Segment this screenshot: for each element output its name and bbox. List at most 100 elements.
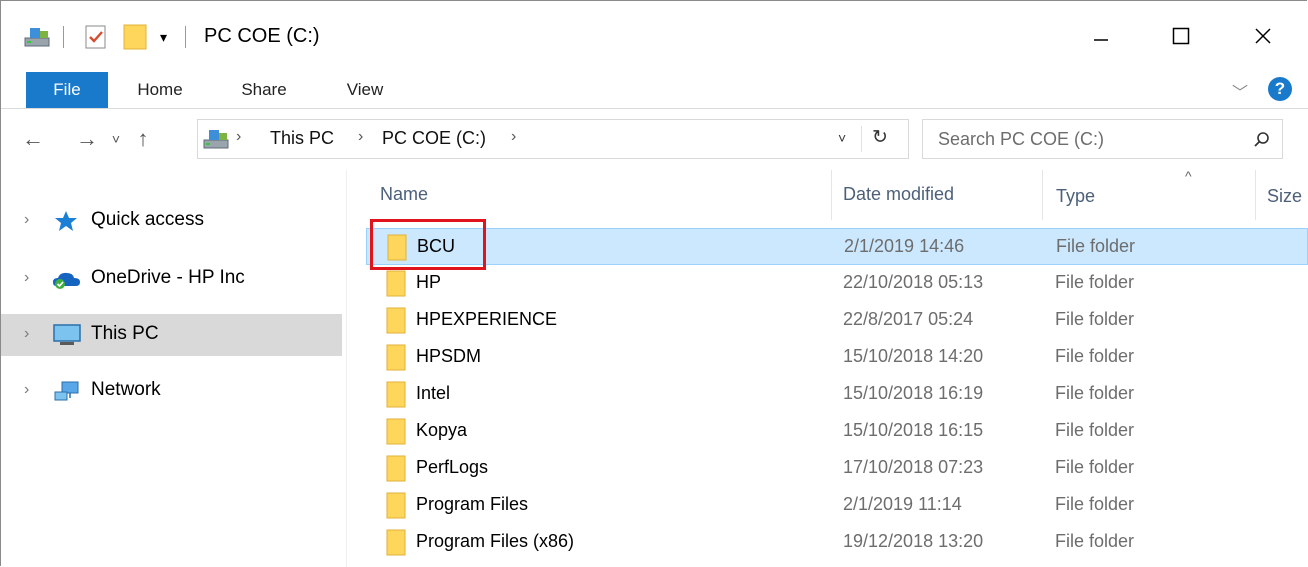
file-type: File folder [1055, 383, 1135, 403]
table-row[interactable]: PerfLogs 17/10/2018 07:23 File folder [366, 450, 1308, 487]
expand-chevron-icon[interactable]: › [24, 269, 29, 287]
file-name: HP [416, 272, 442, 292]
table-row[interactable]: HPEXPERIENCE 22/8/2017 05:24 File folder [366, 302, 1308, 339]
up-button[interactable]: ↑ [126, 124, 160, 154]
file-name: Program Files [416, 494, 529, 514]
file-type: File folder [1055, 346, 1135, 366]
file-name: HPSDM [416, 346, 482, 366]
column-divider[interactable] [831, 170, 832, 220]
separator [185, 22, 186, 52]
folder-icon [386, 381, 406, 408]
folder-icon [386, 270, 406, 297]
file-name: HPEXPERIENCE [416, 309, 558, 329]
file-date-modified: 17/10/2018 07:23 [843, 457, 984, 477]
folder-icon [386, 529, 406, 556]
tab-view[interactable]: View [325, 72, 405, 108]
expand-chevron-icon[interactable]: › [24, 211, 29, 229]
search-placeholder: Search PC COE (C:) [938, 129, 1105, 149]
table-row[interactable]: HP 22/10/2018 05:13 File folder [366, 265, 1308, 302]
properties-icon[interactable] [84, 22, 108, 52]
monitor-icon [53, 324, 81, 345]
table-row[interactable]: Program Files (x86) 19/12/2018 13:20 File … [366, 524, 1308, 561]
folder-icon [386, 307, 406, 334]
recent-locations-button[interactable]: ˅ [106, 124, 126, 154]
maximize-button[interactable] [1158, 18, 1204, 54]
sidebar-item-this-pc[interactable]: › This PC [0, 314, 342, 356]
file-type: File folder [1055, 531, 1135, 551]
table-row[interactable]: HPSDM 15/10/2018 14:20 File folder [366, 339, 1308, 376]
back-button[interactable]: ← [16, 124, 50, 154]
separator [63, 22, 64, 52]
search-icon[interactable] [1253, 131, 1271, 149]
refresh-icon[interactable]: ↻ [872, 126, 888, 149]
tab-share[interactable]: Share [224, 72, 304, 108]
expand-chevron-icon[interactable]: › [24, 381, 29, 399]
sidebar-item-label: This PC [91, 323, 159, 344]
ribbon-tabs: File Home Share View ﹀ ? [0, 72, 1308, 109]
expand-ribbon-icon[interactable]: ﹀ [1232, 79, 1248, 103]
new-folder-icon[interactable] [122, 22, 148, 52]
file-type: File folder [1055, 272, 1135, 292]
folder-icon [386, 418, 406, 445]
breadcrumb-separator[interactable]: › [236, 128, 241, 146]
tab-file[interactable]: File [26, 72, 108, 108]
file-date-modified: 15/10/2018 16:15 [843, 420, 984, 440]
help-icon[interactable]: ? [1268, 77, 1292, 101]
column-header-date[interactable]: Date modified [843, 184, 954, 205]
file-date-modified: 2/1/2019 14:46 [844, 236, 965, 256]
folder-icon [386, 492, 406, 519]
close-button[interactable] [1240, 18, 1286, 54]
file-name: Intel [416, 383, 451, 403]
file-date-modified: 19/12/2018 13:20 [843, 531, 984, 551]
breadcrumb-separator[interactable]: › [511, 128, 516, 146]
column-header-size[interactable]: Size [1267, 186, 1302, 207]
breadcrumb-separator[interactable]: › [358, 128, 363, 146]
file-type: File folder [1055, 420, 1135, 440]
file-type: File folder [1055, 309, 1135, 329]
file-explorer-window: ▾ PC COE (C:) File Home Share View ﹀ ? ←… [0, 0, 1308, 567]
column-header-type[interactable]: Type [1056, 186, 1095, 207]
table-row[interactable]: BCU 2/1/2019 14:46 File folder [366, 228, 1308, 265]
sort-ascending-icon: ^ [1185, 168, 1192, 184]
file-date-modified: 15/10/2018 14:20 [843, 346, 984, 366]
expand-chevron-icon[interactable]: › [24, 325, 29, 343]
table-row[interactable]: Kopya 15/10/2018 16:15 File folder [366, 413, 1308, 450]
sidebar-item-label: Network [91, 379, 161, 400]
sidebar-item-label: Quick access [91, 209, 204, 230]
window-title: PC COE (C:) [204, 25, 320, 47]
network-icon [54, 381, 79, 401]
sidebar-item-onedrive[interactable]: › OneDrive - HP Inc [0, 258, 342, 300]
title-bar: ▾ PC COE (C:) [0, 0, 1308, 72]
tab-home[interactable]: Home [120, 72, 200, 108]
folder-icon [386, 455, 406, 482]
breadcrumb-pc-coe[interactable]: PC COE (C:) [382, 128, 486, 149]
column-divider[interactable] [1042, 170, 1043, 220]
file-date-modified: 15/10/2018 16:19 [843, 383, 984, 403]
cloud-icon [53, 272, 80, 289]
address-bar[interactable]: › This PC › PC COE (C:) › ˅ ↻ [197, 119, 909, 159]
column-divider[interactable] [1255, 170, 1256, 220]
table-row[interactable]: Intel 15/10/2018 16:19 File folder [366, 376, 1308, 413]
forward-button[interactable]: → [70, 124, 104, 154]
customize-toolbar-icon[interactable]: ▾ [160, 22, 167, 52]
separator [861, 126, 862, 152]
drive-icon [203, 128, 229, 156]
file-name: Kopya [416, 420, 468, 440]
file-date-modified: 22/8/2017 05:24 [843, 309, 974, 329]
star-icon [55, 211, 77, 231]
sidebar-item-quick-access[interactable]: › Quick access [0, 200, 342, 242]
drive-icon[interactable] [24, 22, 50, 52]
table-row[interactable]: Program Files 2/1/2019 11:14 File folder [366, 487, 1308, 524]
file-name: Program Files (x86) [416, 531, 575, 551]
column-header-name[interactable]: Name [380, 184, 428, 205]
sidebar-item-label: OneDrive - HP Inc [91, 267, 245, 288]
minimize-button[interactable] [1078, 18, 1124, 54]
navigation-pane: › Quick access › OneDrive - HP Inc › Thi… [0, 170, 346, 567]
breadcrumb-this-pc[interactable]: This PC [270, 128, 334, 149]
sidebar-item-network[interactable]: › Network [0, 370, 342, 412]
address-dropdown-icon[interactable]: ˅ [838, 130, 846, 146]
pane-divider[interactable] [346, 170, 347, 567]
search-input[interactable]: Search PC COE (C:) [922, 119, 1283, 159]
file-type: File folder [1055, 494, 1135, 514]
file-date-modified: 2/1/2019 11:14 [843, 494, 962, 514]
